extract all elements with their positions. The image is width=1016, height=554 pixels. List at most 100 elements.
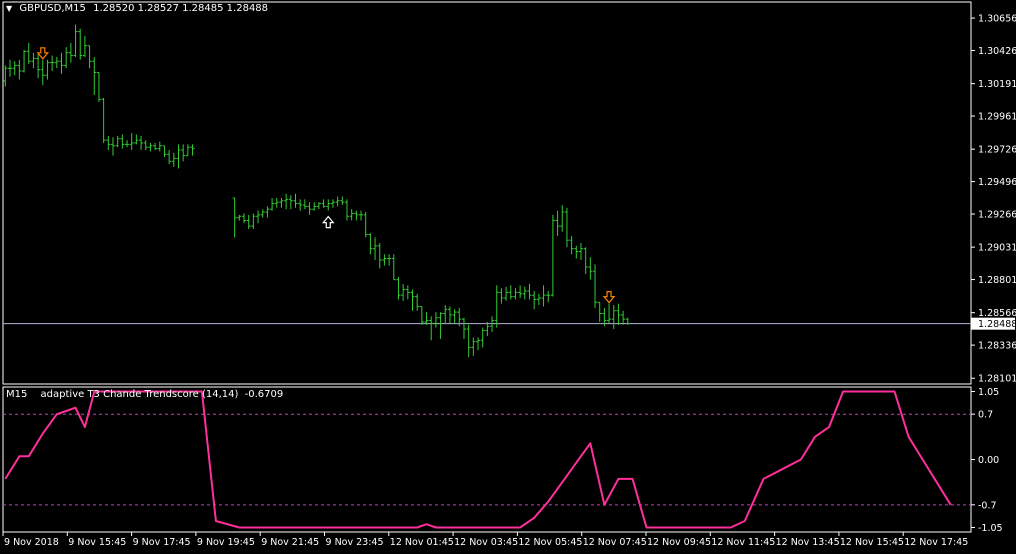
indicator-value: -0.6709: [244, 389, 284, 400]
ohlc-bar: [45, 59, 50, 80]
ohlc-bar: [36, 54, 41, 79]
ohlc-bar: [597, 301, 602, 322]
arrow-up-icon: [321, 215, 335, 229]
ohlc-bar: [31, 52, 36, 69]
chart-canvas: 1.30656 1.30426 1.30191 1.29961 1.29726 1.294…: [2, 1, 1016, 548]
price-tick-label: 1.30191: [978, 79, 1016, 90]
ohlc-bar: [274, 197, 279, 208]
time-axis: 9 Nov 2018 9 Nov 15:45 9 Nov 17:45 9 Nov 19…: [2, 532, 968, 548]
ohlc-bar: [246, 214, 251, 229]
indicator-tick-label: 0.00: [978, 455, 999, 466]
ohlc-bar: [574, 245, 579, 259]
price-tick-label: 1.30656: [978, 14, 1016, 25]
ohlc-bar: [550, 214, 555, 297]
time-tick-label: 12 Nov 15:45: [840, 537, 904, 548]
ohlc-bar: [607, 303, 612, 324]
ohlc-bar: [569, 235, 574, 255]
ohlc-bar: [64, 47, 69, 69]
ohlc-bar: [508, 285, 513, 300]
ohlc-bar: [494, 285, 499, 328]
time-tick-label: 12 Nov 09:45: [647, 537, 711, 548]
price-tick-label: 1.28566: [978, 308, 1016, 319]
arrow-down-icon: [602, 291, 616, 304]
indicator-timeframe: M15: [6, 389, 28, 400]
chart-window: 1.30656 1.30426 1.30191 1.29961 1.29726 1.294…: [0, 0, 1016, 551]
symbol-label: GBPUSD,M15: [19, 3, 86, 14]
ohlc-bar: [288, 195, 293, 210]
ohlc-bar: [354, 210, 359, 221]
ohlc-bar: [190, 144, 195, 156]
ohlc-bar: [312, 202, 317, 211]
ohlc-bar: [578, 243, 583, 260]
ohlc-bar: [326, 199, 331, 211]
ohlc-bar: [415, 293, 420, 311]
ohlc-bar: [298, 199, 303, 211]
ohlc-bar: [536, 293, 541, 306]
ohlc-bar: [391, 254, 396, 281]
ohlc-bar: [256, 210, 261, 224]
ohlc-bar: [447, 306, 452, 324]
ohlc-bar: [284, 193, 289, 210]
ohlc-bar: [466, 324, 471, 358]
ohlc-bar: [293, 193, 298, 208]
ohlc-bar: [12, 61, 17, 76]
ohlc-bar: [176, 144, 181, 169]
ohlc-bar: [593, 264, 598, 308]
ohlc-bar: [527, 283, 532, 300]
ohlc-bar: [377, 243, 382, 269]
ohlc-bar: [110, 137, 115, 156]
ohlc-bar: [26, 42, 31, 65]
ohlc-bar: [307, 202, 312, 215]
ohlc-bar: [242, 213, 247, 224]
ohlc-bar: [424, 312, 429, 325]
indicator-line: [4, 390, 952, 529]
ohlc-bar: [349, 209, 354, 221]
ohlc-bar: [101, 97, 106, 143]
ohlc-bar: [532, 290, 537, 310]
ohlc-bar: [54, 56, 59, 69]
time-tick-label: 9 Nov 2018: [4, 537, 59, 548]
price-tick-label: 1.28101: [978, 374, 1016, 385]
ohlc-bar: [555, 210, 560, 236]
time-tick-label: 12 Nov 13:45: [776, 537, 840, 548]
ohlc-bar: [8, 59, 13, 77]
price-tick-label: 1.28336: [978, 341, 1016, 352]
indicator-pane-frame: [2, 386, 972, 533]
ohlc-bar: [335, 196, 340, 207]
ohlc-bar: [410, 289, 415, 311]
ohlc-bar: [476, 337, 481, 351]
ohlc-bar: [251, 213, 256, 229]
ohlc-bar: [17, 59, 22, 80]
ohlc-bar: [419, 305, 424, 325]
ohlc-bar: [50, 55, 55, 72]
indicator-axis: 1.05 0.7 0.00 -0.7 -1.05: [3, 387, 1003, 534]
ohlc-bar: [321, 199, 326, 208]
ohlc-bar: [279, 197, 284, 208]
ohlc-bar: [120, 134, 125, 149]
indicator-line-group: [4, 390, 952, 529]
ohlc-bar: [401, 283, 406, 301]
ohlc-bar: [588, 257, 593, 280]
price-tick-label: 1.28801: [978, 275, 1016, 286]
price-tick-label: 1.30426: [978, 46, 1016, 57]
ohlc-bar: [480, 327, 485, 348]
time-tick-label: 12 Nov 17:45: [904, 537, 968, 548]
ohlc-bar: [40, 59, 45, 86]
ohlc-bar: [73, 24, 78, 57]
ohlc-bar: [106, 135, 111, 151]
triangle-down-icon[interactable]: ▼: [6, 4, 12, 13]
ohlc-bar: [611, 305, 616, 330]
ohlc-bar: [265, 206, 270, 218]
time-tick-label: 9 Nov 23:45: [326, 537, 384, 548]
time-tick-label: 9 Nov 19:45: [197, 537, 255, 548]
time-tick-label: 12 Nov 03:45: [454, 537, 518, 548]
ohlc-bar: [405, 285, 410, 300]
current-price-label: 1.28488: [978, 319, 1016, 330]
ohlc-bar: [134, 134, 139, 145]
ohlc-bar: [387, 254, 392, 266]
ohlc-bar: [564, 207, 569, 248]
ohlc-bar: [270, 197, 275, 211]
ohlc-bar: [518, 285, 523, 299]
indicator-tick-label: -0.7: [978, 500, 997, 511]
time-tick-label: 9 Nov 15:45: [68, 537, 126, 548]
